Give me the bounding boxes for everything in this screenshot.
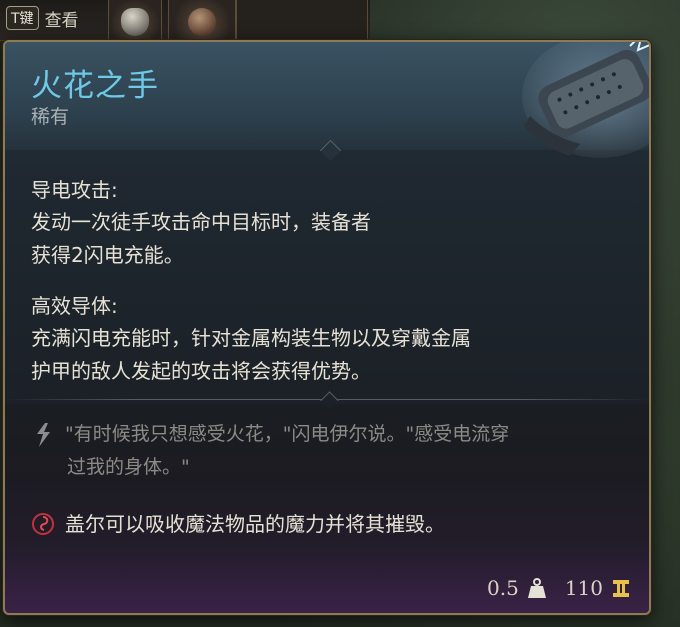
key-label: T键 — [6, 6, 39, 30]
quote-bolt-icon — [37, 423, 50, 447]
item-stats-footer: 0.5 110 — [487, 573, 631, 603]
inventory-slot[interactable] — [168, 0, 236, 40]
item-rarity: 稀有 — [31, 106, 70, 128]
flavor-line: "有时候我只想感受火花，"闪电伊尔说。"感受电流穿 — [65, 423, 510, 445]
ability-title: 高效导体: — [31, 294, 118, 318]
bag-item-icon — [188, 8, 216, 36]
weight-icon — [527, 578, 546, 598]
ability-description: 发动一次徒手攻击命中目标时，装备者 获得2闪电充能。 — [31, 206, 371, 272]
character-note: 盖尔可以吸收魔法物品的魔力并将其摧毁。 — [65, 512, 445, 536]
ability-line: 护甲的敌人发起的攻击将会获得优势。 — [31, 359, 371, 383]
ability-line: 充满闪电充能时，针对金属构装生物以及穿戴金属 — [31, 326, 471, 350]
inspect-hint[interactable]: T键 查看 — [6, 4, 79, 32]
ability-description: 充满闪电充能时，针对金属构装生物以及穿戴金属 护甲的敌人发起的攻击将会获得优势。 — [31, 322, 471, 388]
inventory-slot[interactable] — [108, 0, 162, 40]
tooltip-header: 火花之手 稀有 — [5, 42, 649, 158]
gold-icon — [613, 580, 629, 597]
item-tooltip: 火花之手 稀有 导电攻击: 发动一次徒手攻击命中目标时，装备者 获得2闪电充能。… — [3, 40, 651, 615]
ability-title: 导电攻击: — [31, 178, 118, 202]
gauntlet-item-icon — [522, 42, 649, 158]
flavor-line: 过我的身体。" — [67, 456, 190, 478]
flavor-text: "有时候我只想感受火花，"闪电伊尔说。"感受电流穿 过我的身体。" — [65, 418, 630, 484]
inspect-label: 查看 — [44, 10, 79, 31]
shield-item-icon — [121, 8, 149, 36]
inventory-bar: T键 查看 — [0, 0, 370, 41]
inventory-slot[interactable] — [236, 0, 368, 40]
gale-spiral-icon — [32, 513, 54, 535]
weight-value: 0.5 — [487, 576, 519, 600]
ability-line: 获得2闪电充能。 — [31, 243, 184, 267]
gold-value: 110 — [564, 576, 603, 600]
item-name: 火花之手 — [31, 68, 159, 104]
tooltip-abilities: 导电攻击: 发动一次徒手攻击命中目标时，装备者 获得2闪电充能。 高效导体: 充… — [5, 150, 649, 400]
ability-line: 发动一次徒手攻击命中目标时，装备者 — [31, 210, 371, 234]
